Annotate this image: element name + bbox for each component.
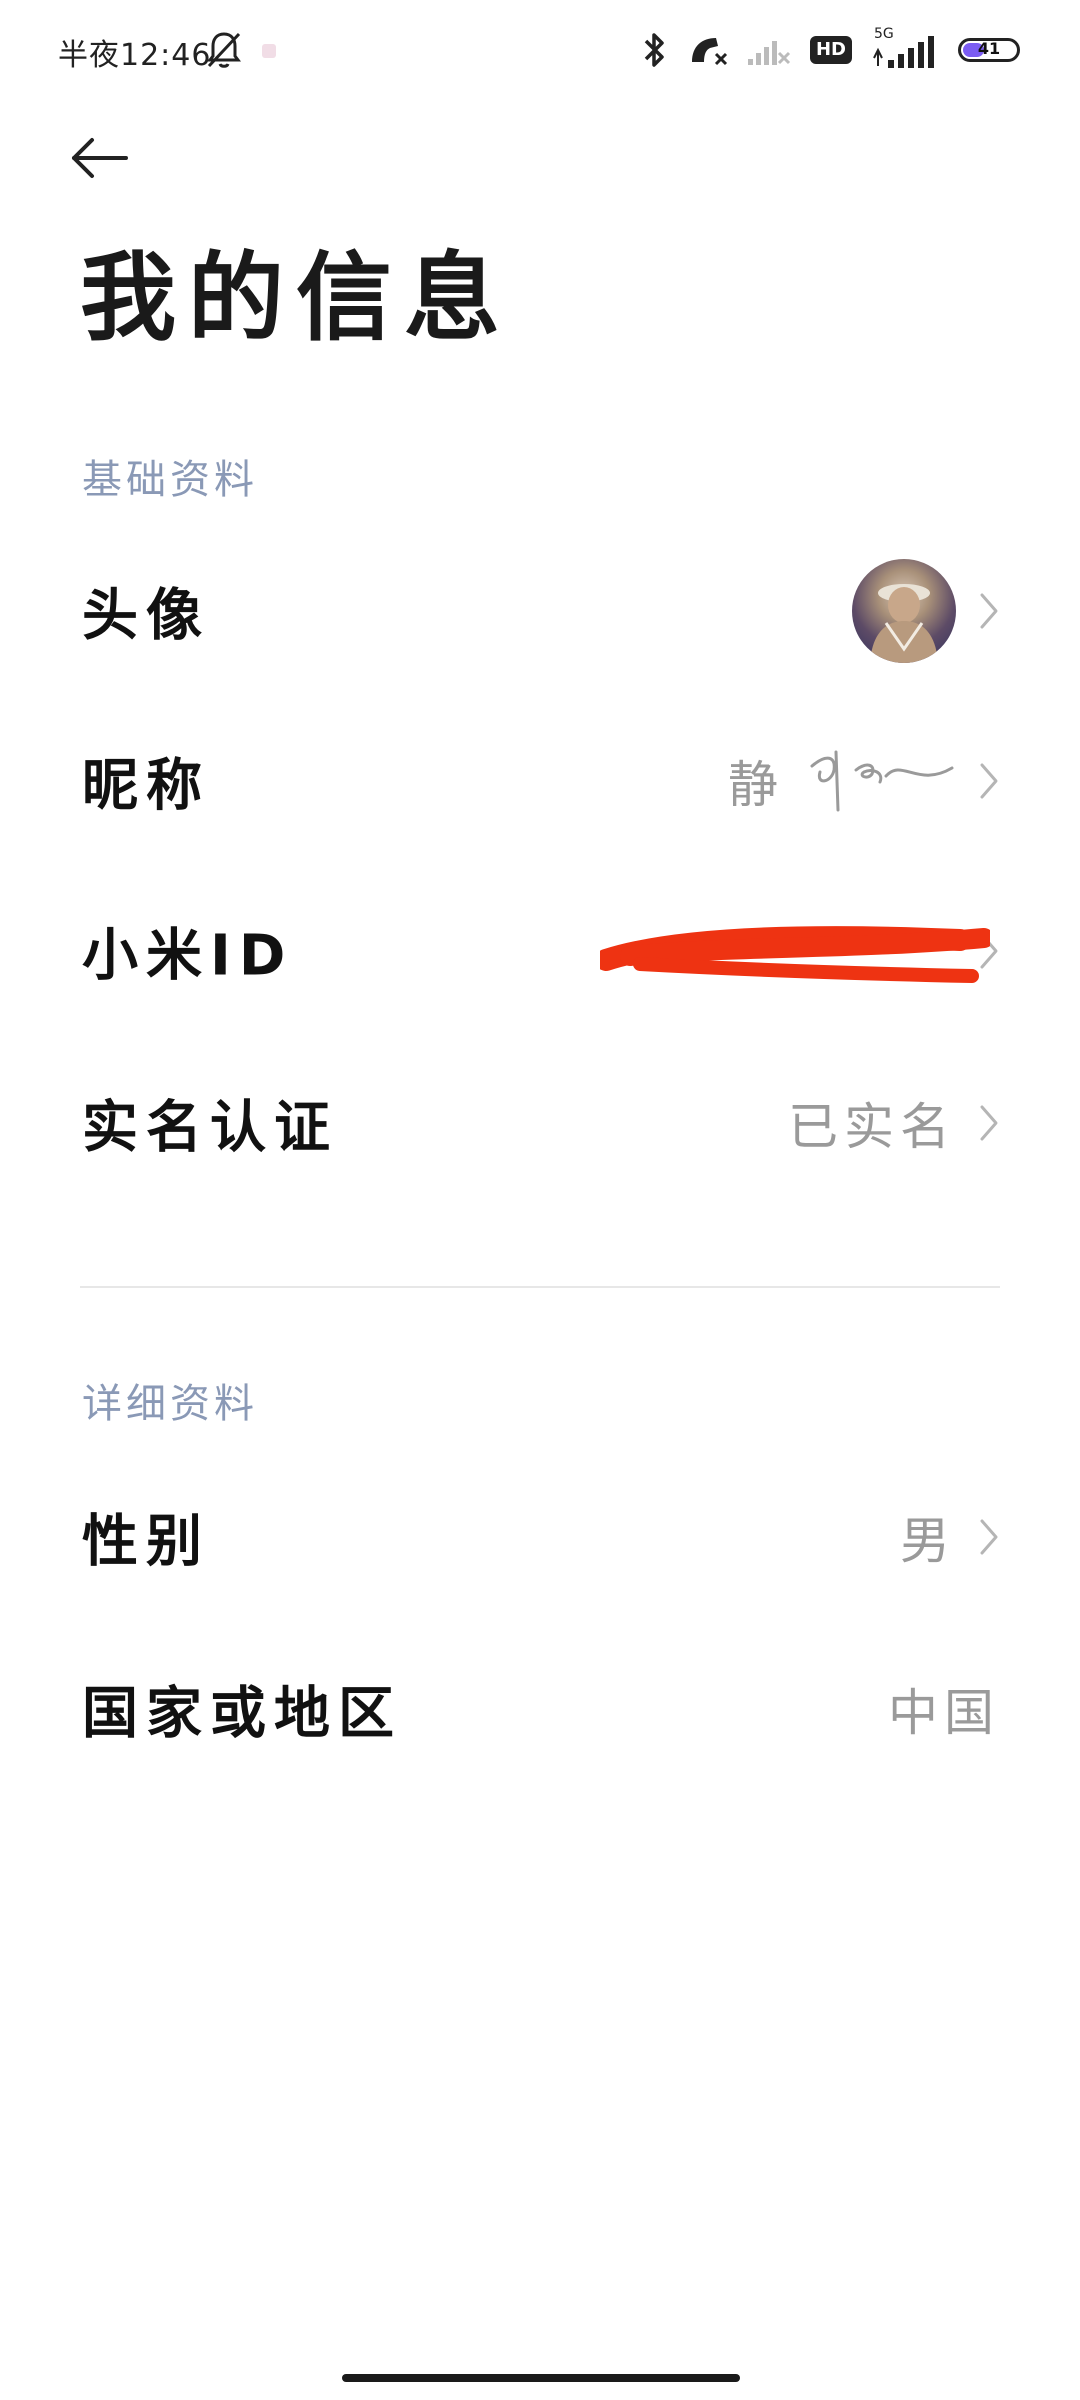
avatar [852, 559, 956, 663]
country-value: 中国 [888, 1684, 1000, 1742]
chevron-right-icon [980, 593, 998, 629]
row-nickname-label: 昵称 [82, 753, 210, 819]
section-basic-header: 基础资料 [82, 457, 258, 503]
battery-level: 41 [977, 39, 1001, 58]
gender-value: 男 [900, 1512, 956, 1570]
row-nickname-right: 静 [728, 745, 1000, 817]
status-icons: HD 5G 41 [640, 26, 1020, 70]
row-avatar[interactable]: 头像 [0, 546, 1080, 676]
row-avatar-right [852, 559, 1000, 663]
redaction-scribble [600, 926, 990, 983]
row-xiaomi-id[interactable]: 小米ID [0, 886, 1080, 1016]
row-gender-right: 男 [900, 1501, 1000, 1573]
bell-off-icon [207, 32, 241, 68]
section-divider [80, 1286, 1000, 1288]
row-country-right: 中国 [888, 1673, 1000, 1745]
signal-5g-icon: 5G [870, 26, 940, 70]
row-real-name-label: 实名认证 [82, 1095, 338, 1161]
chevron-right-icon [980, 763, 998, 799]
row-xiaomi-id-label: 小米ID [82, 923, 294, 989]
bluetooth-icon [644, 33, 664, 67]
row-country-label: 国家或地区 [82, 1681, 402, 1747]
hd-badge: HD [809, 36, 852, 64]
call-off-icon [691, 38, 728, 66]
row-real-name[interactable]: 实名认证 已实名 [0, 1058, 1080, 1188]
row-nickname[interactable]: 昵称 静 [0, 716, 1080, 846]
status-bar: 半夜12:46 HD 5G 41 [0, 0, 1080, 100]
status-time: 半夜12:46 [58, 38, 212, 73]
real-name-value: 已实名 [788, 1098, 956, 1156]
page-title: 我的信息 [80, 242, 512, 354]
chevron-right-icon [980, 1519, 998, 1555]
avatar-image [870, 584, 938, 663]
home-indicator[interactable] [342, 2374, 740, 2382]
row-real-name-right: 已实名 [788, 1087, 1000, 1159]
row-gender-label: 性别 [82, 1509, 210, 1575]
battery-indicator: 41 [958, 38, 1020, 62]
row-avatar-label: 头像 [82, 583, 210, 649]
nickname-value: 静 [728, 756, 784, 814]
notification-dot [262, 44, 276, 58]
row-gender[interactable]: 性别 男 [0, 1472, 1080, 1602]
chevron-right-icon [980, 1105, 998, 1141]
section-detail-header: 详细资料 [82, 1381, 258, 1427]
back-arrow-icon [72, 138, 128, 178]
signal-weak-icon [747, 41, 791, 65]
nickname-script [810, 750, 954, 812]
row-country[interactable]: 国家或地区 中国 [0, 1644, 1080, 1774]
back-button[interactable] [70, 128, 140, 188]
